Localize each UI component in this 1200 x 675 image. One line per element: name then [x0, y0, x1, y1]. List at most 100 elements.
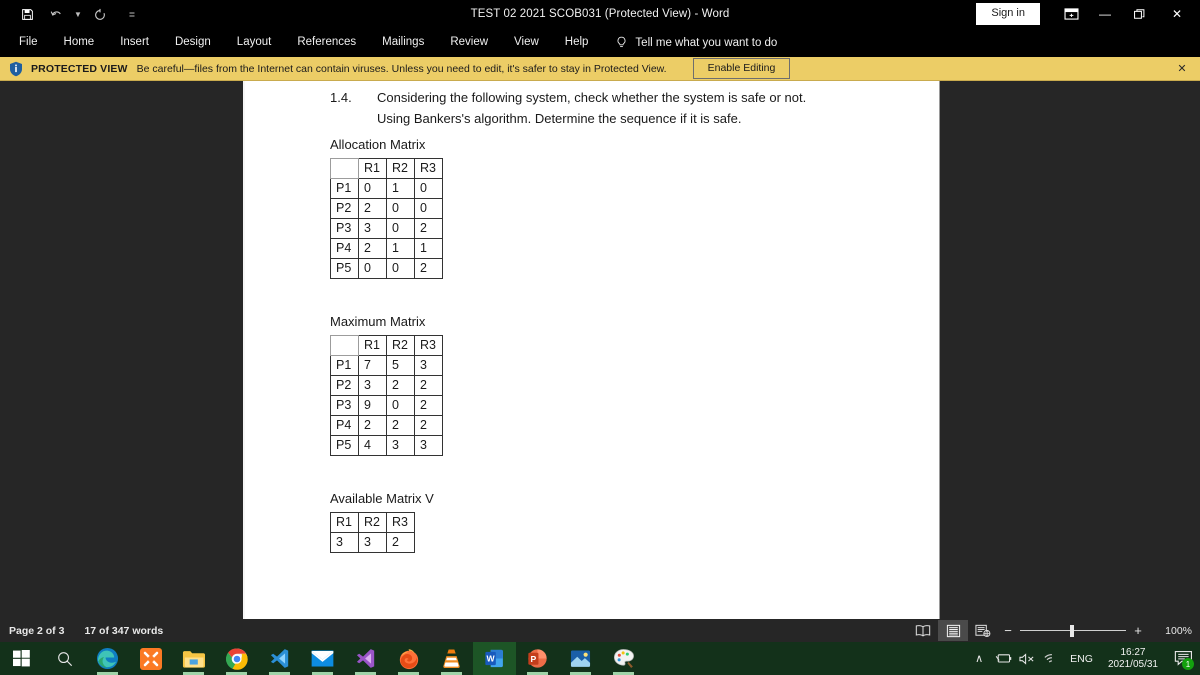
firefox-icon[interactable] — [387, 642, 430, 675]
tell-me-label: Tell me what you want to do — [635, 36, 778, 49]
paint-icon[interactable] — [602, 642, 645, 675]
redo-icon[interactable] — [87, 2, 113, 26]
protected-view-message: Be careful—files from the Internet can c… — [136, 62, 667, 75]
table-row: P2 3 2 2 — [330, 375, 443, 396]
tab-layout[interactable]: Layout — [224, 31, 285, 54]
close-message-bar-icon[interactable]: ✕ — [1174, 61, 1190, 77]
visual-studio-icon[interactable] — [344, 642, 387, 675]
notifications-button[interactable]: 1 — [1166, 642, 1200, 675]
tab-mailings[interactable]: Mailings — [369, 31, 437, 54]
undo-dropdown-chevron-down-icon[interactable]: ▼ — [72, 10, 84, 19]
available-matrix-label: Available Matrix V — [330, 491, 434, 506]
document-workspace: 1.4. Considering the following system, c… — [0, 81, 1200, 619]
zoom-out-button[interactable]: − — [998, 623, 1018, 638]
xampp-icon[interactable] — [129, 642, 172, 675]
microsoft-edge-icon[interactable] — [86, 642, 129, 675]
restore-button[interactable] — [1122, 0, 1156, 28]
word-application-window: ▼ ≣ TEST 02 2021 SCOB031 (Protected View… — [0, 0, 1200, 675]
column-header-r3: R3 — [386, 512, 415, 533]
clock[interactable]: 16:27 2021/05/31 — [1100, 647, 1166, 671]
tab-insert[interactable]: Insert — [107, 31, 162, 54]
clock-date: 2021/05/31 — [1107, 658, 1158, 670]
cell-value: 2 — [414, 258, 443, 279]
cell-value: 3 — [330, 532, 359, 553]
cell-value: 2 — [358, 415, 387, 436]
cell-value: 0 — [358, 258, 387, 279]
google-chrome-icon[interactable] — [215, 642, 258, 675]
close-button[interactable]: ✕ — [1156, 0, 1198, 28]
zoom-slider-thumb[interactable] — [1070, 624, 1074, 637]
zoom-slider[interactable] — [1020, 624, 1126, 638]
web-layout-view-button[interactable] — [968, 620, 998, 641]
input-language-indicator[interactable]: ENG — [1063, 653, 1100, 665]
row-label: P2 — [330, 375, 359, 396]
page-number-status[interactable]: Page 2 of 3 — [9, 625, 64, 637]
cell-value: 2 — [358, 198, 387, 219]
tab-file[interactable]: File — [6, 31, 51, 54]
zoom-in-button[interactable]: + — [1128, 623, 1148, 638]
enable-editing-button[interactable]: Enable Editing — [692, 58, 791, 79]
vs-code-icon[interactable] — [258, 642, 301, 675]
table-row: P3 9 0 2 — [330, 395, 443, 416]
mail-icon[interactable] — [301, 642, 344, 675]
notification-count-badge: 1 — [1182, 658, 1194, 670]
tab-help[interactable]: Help — [552, 31, 602, 54]
print-layout-view-button[interactable] — [938, 620, 968, 641]
save-icon[interactable] — [14, 2, 40, 26]
tab-design[interactable]: Design — [162, 31, 224, 54]
search-icon[interactable] — [43, 642, 86, 675]
vlc-icon[interactable] — [430, 642, 473, 675]
row-label: P4 — [330, 415, 359, 436]
wifi-icon[interactable] — [1039, 652, 1063, 665]
cell-value: 3 — [358, 218, 387, 239]
microsoft-word-icon[interactable]: W — [473, 642, 516, 675]
battery-icon[interactable] — [991, 653, 1015, 664]
title-bar-right-controls: Sign in — ✕ — [976, 0, 1200, 28]
row-label: P3 — [330, 395, 359, 416]
column-header-r3: R3 — [414, 335, 443, 356]
table-row: P5 0 0 2 — [330, 258, 443, 279]
table-row: P1 7 5 3 — [330, 355, 443, 376]
read-mode-view-button[interactable] — [908, 620, 938, 641]
start-button[interactable] — [0, 642, 43, 675]
protected-view-message-bar: PROTECTED VIEW Be careful—files from the… — [0, 57, 1200, 81]
tab-review[interactable]: Review — [437, 31, 501, 54]
photos-icon[interactable] — [559, 642, 602, 675]
volume-muted-icon[interactable] — [1015, 652, 1039, 665]
tab-home[interactable]: Home — [51, 31, 108, 54]
cell-value: 2 — [386, 415, 415, 436]
cell-value: 0 — [358, 178, 387, 199]
customize-quick-access-toolbar-icon[interactable]: ≣ — [126, 10, 138, 19]
cell-value: 3 — [386, 435, 415, 456]
zoom-level-label[interactable]: 100% — [1158, 625, 1192, 637]
cell-value: 2 — [386, 532, 415, 553]
clock-time: 16:27 — [1120, 646, 1146, 658]
tab-references[interactable]: References — [284, 31, 369, 54]
corner-cell — [330, 335, 359, 356]
table-row: P4 2 2 2 — [330, 415, 443, 436]
tell-me-search-box[interactable]: Tell me what you want to do — [615, 36, 777, 50]
column-header-r2: R2 — [386, 158, 415, 179]
file-explorer-icon[interactable] — [172, 642, 215, 675]
row-label: P3 — [330, 218, 359, 239]
table-row: P2 2 0 0 — [330, 198, 443, 219]
cell-value: 9 — [358, 395, 387, 416]
table-row: P1 0 1 0 — [330, 178, 443, 199]
undo-icon[interactable] — [43, 2, 69, 26]
ribbon-display-options-icon[interactable] — [1054, 0, 1088, 28]
show-hidden-icons-chevron-up-icon[interactable]: ∧ — [967, 652, 991, 665]
question-text-2: Using Bankers's algorithm. Determine the… — [377, 111, 742, 126]
tab-view[interactable]: View — [501, 31, 552, 54]
powerpoint-icon[interactable]: P — [516, 642, 559, 675]
cell-value: 2 — [358, 238, 387, 259]
windows-taskbar: W P ∧ ENG 16:27 2021/05/31 1 — [0, 642, 1200, 675]
document-page[interactable]: 1.4. Considering the following system, c… — [245, 81, 940, 619]
quick-access-toolbar: ▼ ≣ — [0, 0, 138, 28]
status-bar-right: − + 100% — [908, 620, 1192, 641]
word-count-status[interactable]: 17 of 347 words — [84, 625, 163, 637]
row-label: P1 — [330, 355, 359, 376]
column-header-r1: R1 — [358, 335, 387, 356]
sign-in-button[interactable]: Sign in — [976, 3, 1040, 25]
minimize-button[interactable]: — — [1088, 0, 1122, 28]
system-tray: ∧ ENG 16:27 2021/05/31 1 — [967, 642, 1200, 675]
